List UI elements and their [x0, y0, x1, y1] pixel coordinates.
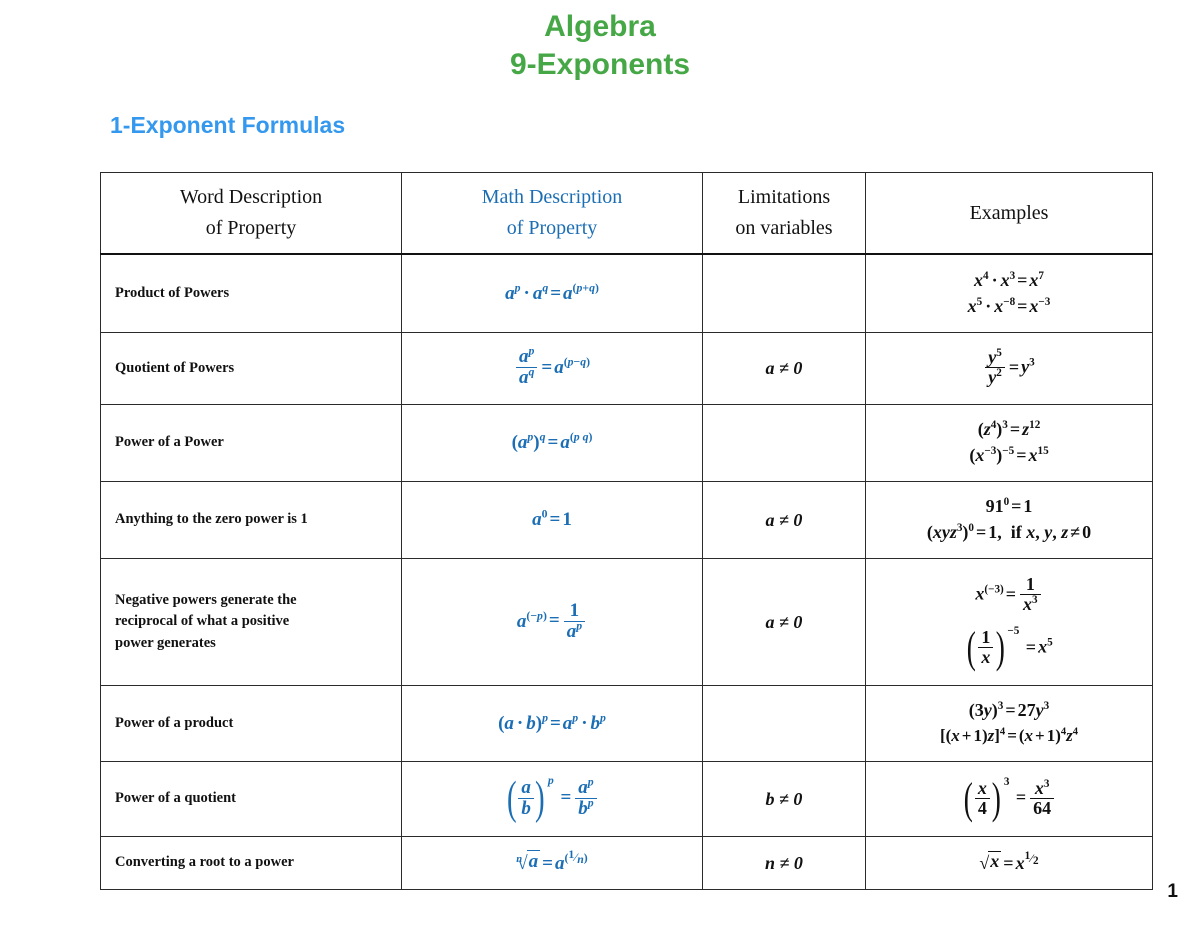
formula-4: a(−p) = 1 ap [408, 600, 696, 643]
cell-math-0: ap · aq = a(p+q) [401, 253, 703, 333]
cell-limitation-5 [702, 685, 866, 762]
formula-1: ap aq = a(p−q) [408, 345, 696, 389]
cell-word-4: Negative powers generate the reciprocal … [100, 558, 402, 686]
cell-limitation-7: n ≠ 0 [702, 836, 866, 890]
property-name-4: Negative powers generate the reciprocal … [107, 590, 395, 653]
property-name-4-line1: Negative powers generate the [115, 592, 297, 609]
property-name-6: Power of a quotient [115, 790, 236, 807]
cell-examples-1: y5 y2 = y3 [865, 332, 1153, 405]
formula-5: (a · b)p = ap · bp [498, 711, 606, 734]
examples-4: x(−3)=1x3 1x−5 =x5 [872, 575, 1146, 668]
cell-limitation-6: b ≠ 0 [702, 761, 866, 837]
cell-limitation-0 [702, 253, 866, 333]
cell-limitation-4: a ≠ 0 [702, 558, 866, 686]
cell-word-6: Power of a quotient [100, 761, 402, 837]
header-cell-math-description: Math Description of Property [401, 172, 703, 255]
header-math-line2: of Property [506, 217, 598, 239]
table-row: Power of a Power (ap)q = a(p q) (z4)3 = z12 … [100, 404, 1153, 482]
cell-math-7: n√a = a(1⁄n) [401, 836, 703, 890]
header-cell-limitations: Limitations on variables [702, 172, 866, 255]
title-line-2: 9-Exponents [509, 47, 691, 81]
examples-1: y5 y2 = y3 [872, 348, 1146, 388]
property-name-5: Power of a product [115, 714, 234, 731]
header-cell-word-description: Word Description of Property [100, 172, 402, 255]
cell-examples-6: x43 =x364 [865, 761, 1153, 837]
table-row: Negative powers generate the reciprocal … [100, 558, 1153, 686]
table-row: Anything to the zero power is 1 a0 = 1 a ≠… [100, 481, 1153, 559]
examples-7: √x = x1⁄2 [979, 849, 1039, 873]
header-word-line1: Word Description [179, 186, 323, 208]
cell-math-3: a0 = 1 [401, 481, 703, 559]
radical-icon: √x [979, 851, 1002, 873]
examples-3: 910 = 1 (xyz3)0 = 1, if x, y, z ≠ 0 [926, 496, 1092, 542]
examples-0: x4 · x3 = x7 x5 · x−8 = x−3 [967, 269, 1051, 316]
header-limitations-line2: on variables [735, 217, 833, 239]
cell-word-0: Product of Powers [100, 253, 402, 333]
formula-7: n√a = a(1⁄n) [516, 848, 588, 874]
radical-icon: n√a [516, 849, 541, 874]
table-row: Power of a product (a · b)p = ap · bp (3y)3 = 27… [100, 685, 1153, 762]
cell-word-2: Power of a Power [100, 404, 402, 482]
property-name-7: Converting a root to a power [115, 854, 294, 871]
examples-2: (z4)3 = z12 (x−3)−5 = x15 [969, 419, 1049, 465]
cell-examples-3: 910 = 1 (xyz3)0 = 1, if x, y, z ≠ 0 [865, 481, 1153, 559]
cell-examples-2: (z4)3 = z12 (x−3)−5 = x15 [865, 404, 1153, 482]
formula-6: abp =apbp [408, 774, 696, 820]
table-row: Converting a root to a power n√a = a(1⁄n) … [100, 836, 1153, 890]
slide-title: Algebra 9-Exponents [0, 8, 1200, 84]
page-number: 1 [1167, 881, 1178, 902]
property-name-4-line2: reciprocal of what a positive [115, 613, 290, 630]
cell-limitation-2 [702, 404, 866, 482]
table-row: Power of a quotient abp =apbp b ≠ 0 x43 … [100, 761, 1153, 837]
limitation-6: b ≠ 0 [765, 788, 803, 809]
formula-2: (ap)q = a(p q) [511, 430, 593, 453]
cell-math-1: ap aq = a(p−q) [401, 332, 703, 405]
cell-word-5: Power of a product [100, 685, 402, 762]
cell-limitation-3: a ≠ 0 [702, 481, 866, 559]
cell-word-1: Quotient of Powers [100, 332, 402, 405]
cell-word-3: Anything to the zero power is 1 [100, 481, 402, 559]
table-row: Quotient of Powers ap aq = a(p−q) a ≠ 0 y5 y… [100, 332, 1153, 405]
examples-5: (3y)3 = 27y3 [(x +1)z]4 = (x +1)4z4 [939, 700, 1079, 746]
title-line-1: Algebra [544, 10, 656, 43]
cell-examples-4: x(−3)=1x3 1x−5 =x5 [865, 558, 1153, 686]
table-row: Product of Powers ap · aq = a(p+q) x4 · x3 = x7 … [100, 253, 1153, 333]
limitation-1: a ≠ 0 [765, 358, 803, 378]
limitation-7: n ≠ 0 [765, 852, 803, 873]
cell-math-2: (ap)q = a(p q) [401, 404, 703, 482]
cell-examples-7: √x = x1⁄2 [865, 836, 1153, 890]
cell-word-7: Converting a root to a power [100, 836, 402, 890]
header-examples-line1: Examples [969, 201, 1049, 224]
cell-limitation-1: a ≠ 0 [702, 332, 866, 405]
formula-3: a0 = 1 [532, 507, 572, 530]
limitation-3: a ≠ 0 [765, 509, 803, 530]
property-name-3: Anything to the zero power is 1 [115, 511, 308, 528]
property-name-1: Quotient of Powers [115, 359, 235, 376]
header-cell-examples: Examples [865, 172, 1153, 255]
cell-math-4: a(−p) = 1 ap [401, 558, 703, 686]
limitation-4: a ≠ 0 [765, 611, 803, 632]
header-limitations-line1: Limitations [737, 186, 831, 208]
cell-math-5: (a · b)p = ap · bp [401, 685, 703, 762]
cell-examples-0: x4 · x3 = x7 x5 · x−8 = x−3 [865, 253, 1153, 333]
exponent-formulas-table: Word Description of Property Math Descri… [100, 172, 1153, 890]
cell-examples-5: (3y)3 = 27y3 [(x +1)z]4 = (x +1)4z4 [865, 685, 1153, 762]
header-word-line2: of Property [205, 217, 297, 239]
header-math-line1: Math Description [481, 186, 623, 208]
examples-6: x43 =x364 [872, 776, 1146, 819]
property-name-0: Product of Powers [115, 284, 230, 301]
section-heading: 1-Exponent Formulas [110, 112, 346, 138]
cell-math-6: abp =apbp [401, 761, 703, 837]
formula-0: ap · aq = a(p+q) [505, 281, 599, 304]
table-header-row: Word Description of Property Math Descri… [100, 172, 1153, 255]
property-name-4-line3: power generates [115, 634, 216, 651]
property-name-2: Power of a Power [115, 434, 224, 451]
